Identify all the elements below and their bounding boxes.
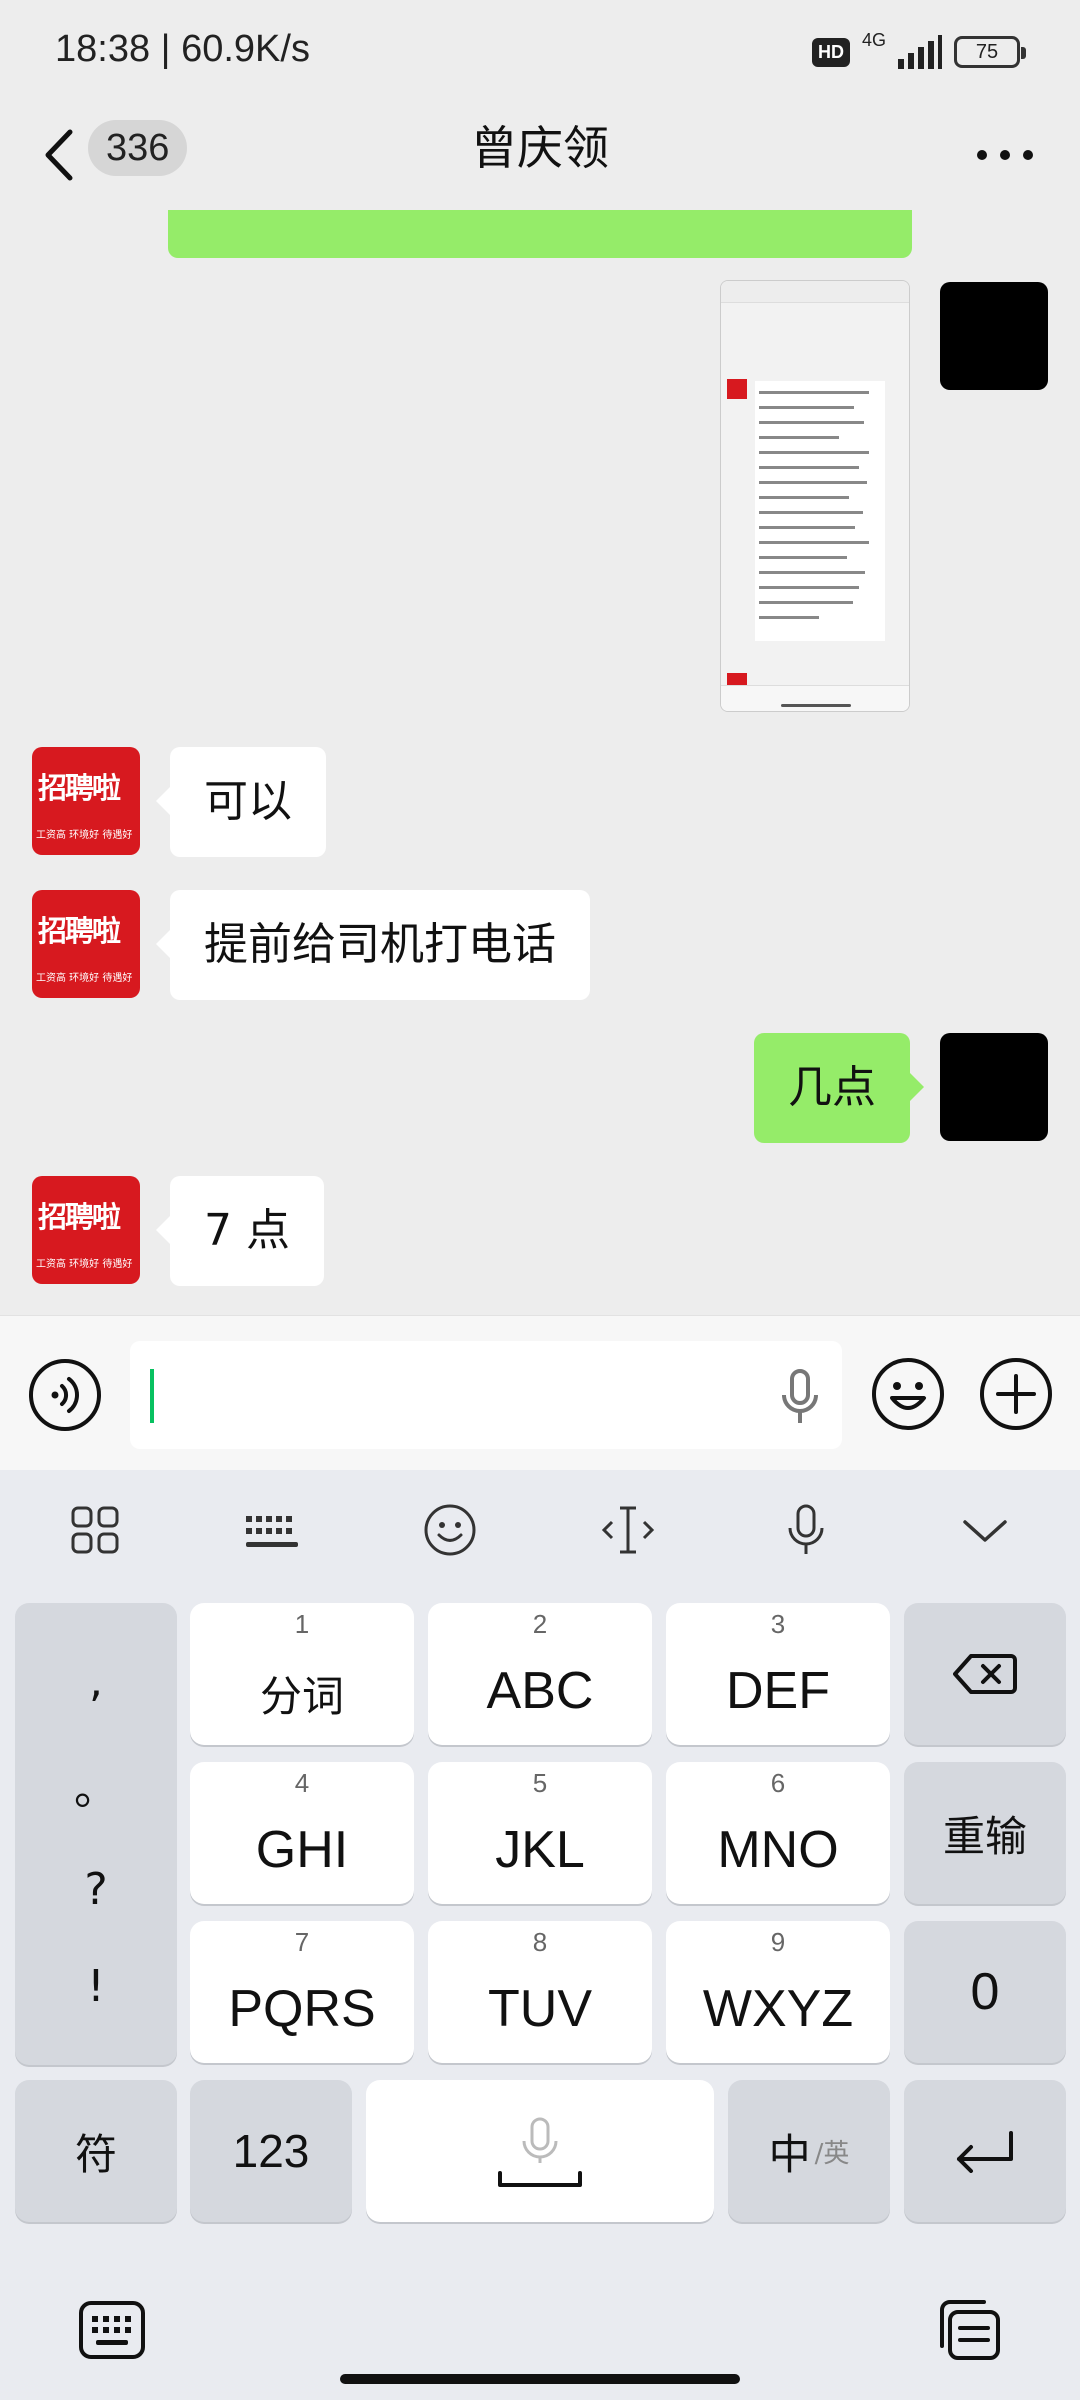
key-0[interactable]: 0 (904, 1921, 1066, 2063)
chevron-down-icon[interactable] (955, 1500, 1015, 1560)
reinput-key[interactable]: 重输 (904, 1762, 1066, 1904)
image-message[interactable] (720, 280, 910, 712)
clipboard-icon[interactable] (934, 2298, 1002, 2362)
key-number: 7 (294, 1927, 310, 1957)
status-icons: HD 4G 75 (811, 29, 1026, 74)
message-bubble-outgoing[interactable]: 几点 (754, 1033, 924, 1143)
key-3[interactable]: 3 DEF (666, 1603, 890, 1745)
network-type: 4G (861, 29, 886, 50)
keyboard-toolbar (0, 1470, 1080, 1588)
key-label: ABC (486, 1662, 594, 1720)
avatar-logo-subtext: 工资高 环境好 待遇好 (36, 1259, 133, 1270)
chat-header: 336 曾庆领 (0, 100, 1080, 210)
voice-icon[interactable] (28, 1358, 102, 1432)
punct-question[interactable]: ? (84, 1864, 107, 1915)
key-9[interactable]: 9 WXYZ (666, 1921, 890, 2063)
status-bar: 18:38 | 60.9K/s HD 4G 75 (0, 0, 1080, 100)
avatar-logo-subtext: 工资高 环境好 待遇好 (36, 973, 133, 984)
numbers-label: 123 (232, 2125, 310, 2177)
microphone-icon[interactable] (780, 1369, 820, 1425)
key-label: PQRS (228, 1980, 376, 2038)
hd-icon: HD (811, 37, 850, 67)
cursor-move-icon[interactable] (598, 1500, 658, 1560)
punctuation-column[interactable]: , 。 ? ! (15, 1603, 177, 2065)
key-label: DEF (726, 1662, 830, 1720)
key-5[interactable]: 5 JKL (428, 1762, 652, 1904)
key-label: WXYZ (702, 1980, 854, 2038)
avatar-self[interactable] (940, 282, 1048, 390)
chat-title: 曾庆领 (471, 121, 609, 175)
avatar-other[interactable]: 招聘啦 工资高 环境好 待遇好 (32, 890, 140, 998)
status-time: 18:38 | 60.9K/s (55, 28, 310, 70)
more-dots-icon[interactable] (970, 130, 1040, 180)
key-1[interactable]: 1 分词 (190, 1603, 414, 1745)
key-label: JKL (495, 1821, 585, 1879)
symbols-label: 符 (74, 2129, 117, 2179)
message-input[interactable] (130, 1341, 842, 1449)
key-label: TUV (488, 1980, 592, 2038)
avatar-other[interactable]: 招聘啦 工资高 环境好 待遇好 (32, 747, 140, 855)
key-number: 2 (532, 1609, 548, 1639)
signal-icon (898, 35, 942, 69)
key-number: 6 (770, 1768, 786, 1798)
space-mic-icon (498, 2117, 582, 2187)
ime-keyboard: , 。 ? ! 1 分词 2 ABC 3 DEF 4 GHI 5 JKL 6 M… (0, 1470, 1080, 2400)
backspace-key[interactable] (904, 1603, 1066, 1745)
home-indicator[interactable] (340, 2374, 740, 2384)
keyboard-layout-icon[interactable] (242, 1500, 302, 1560)
keyboard-switch-icon[interactable] (78, 2300, 146, 2360)
keyboard-bottom-bar (0, 2258, 1080, 2400)
enter-key[interactable] (904, 2080, 1066, 2222)
punct-period[interactable]: 。 (74, 1753, 118, 1817)
avatar-other[interactable]: 招聘啦 工资高 环境好 待遇好 (32, 1176, 140, 1284)
numbers-key[interactable]: 123 (190, 2080, 352, 2222)
key-2[interactable]: 2 ABC (428, 1603, 652, 1745)
language-switch-key[interactable]: 中 /英 (728, 2080, 890, 2222)
key-number: 8 (532, 1927, 548, 1957)
key-6[interactable]: 6 MNO (666, 1762, 890, 1904)
key-number: 5 (532, 1768, 548, 1798)
key-8[interactable]: 8 TUV (428, 1921, 652, 2063)
emoji-icon[interactable] (870, 1356, 946, 1432)
message-bubble-incoming[interactable]: 可以 (156, 747, 326, 857)
avatar-logo-subtext: 工资高 环境好 待遇好 (36, 830, 133, 841)
key-number: 3 (770, 1609, 786, 1639)
space-key[interactable] (366, 2080, 714, 2222)
key-number: 1 (294, 1609, 310, 1639)
key-number: 4 (294, 1768, 310, 1798)
battery-level: 75 (975, 40, 999, 63)
enter-icon (957, 2131, 1013, 2173)
lang-main-label: 中 (768, 2129, 811, 2179)
message-bubble-partial[interactable] (168, 210, 912, 258)
key-label: MNO (717, 1821, 839, 1879)
microphone-icon[interactable] (776, 1500, 836, 1560)
message-bubble-incoming[interactable]: 7 点 (156, 1176, 324, 1286)
punct-comma[interactable]: , (89, 1656, 103, 1707)
message-list[interactable]: 招聘啦 工资高 环境好 待遇好 可以 招聘啦 工资高 环境好 待遇好 提前给司机… (0, 210, 1080, 1315)
message-input-bar (0, 1315, 1080, 1470)
backspace-icon (953, 1654, 1017, 1694)
symbols-key[interactable]: 符 (15, 2080, 177, 2222)
key-4[interactable]: 4 GHI (190, 1762, 414, 1904)
battery-icon: 75 (954, 36, 1026, 68)
avatar-logo-text: 招聘啦 (38, 914, 121, 948)
key-number: 9 (770, 1927, 786, 1957)
key-label: 分词 (259, 1672, 344, 1721)
punct-exclamation[interactable]: ! (87, 1961, 105, 2012)
lang-sub-label: /英 (814, 2138, 850, 2169)
emoji-icon[interactable] (420, 1500, 480, 1560)
reinput-label: 重输 (942, 1811, 1027, 1861)
avatar-logo-text: 招聘啦 (38, 771, 121, 805)
avatar-logo-text: 招聘啦 (38, 1200, 121, 1234)
key-label: GHI (255, 1821, 349, 1879)
avatar-self[interactable] (940, 1033, 1048, 1141)
apps-grid-icon[interactable] (65, 1500, 125, 1560)
text-cursor (150, 1369, 154, 1423)
zero-label: 0 (970, 1963, 1000, 2021)
plus-icon[interactable] (978, 1356, 1054, 1432)
message-bubble-incoming[interactable]: 提前给司机打电话 (156, 890, 590, 1000)
key-7[interactable]: 7 PQRS (190, 1921, 414, 2063)
